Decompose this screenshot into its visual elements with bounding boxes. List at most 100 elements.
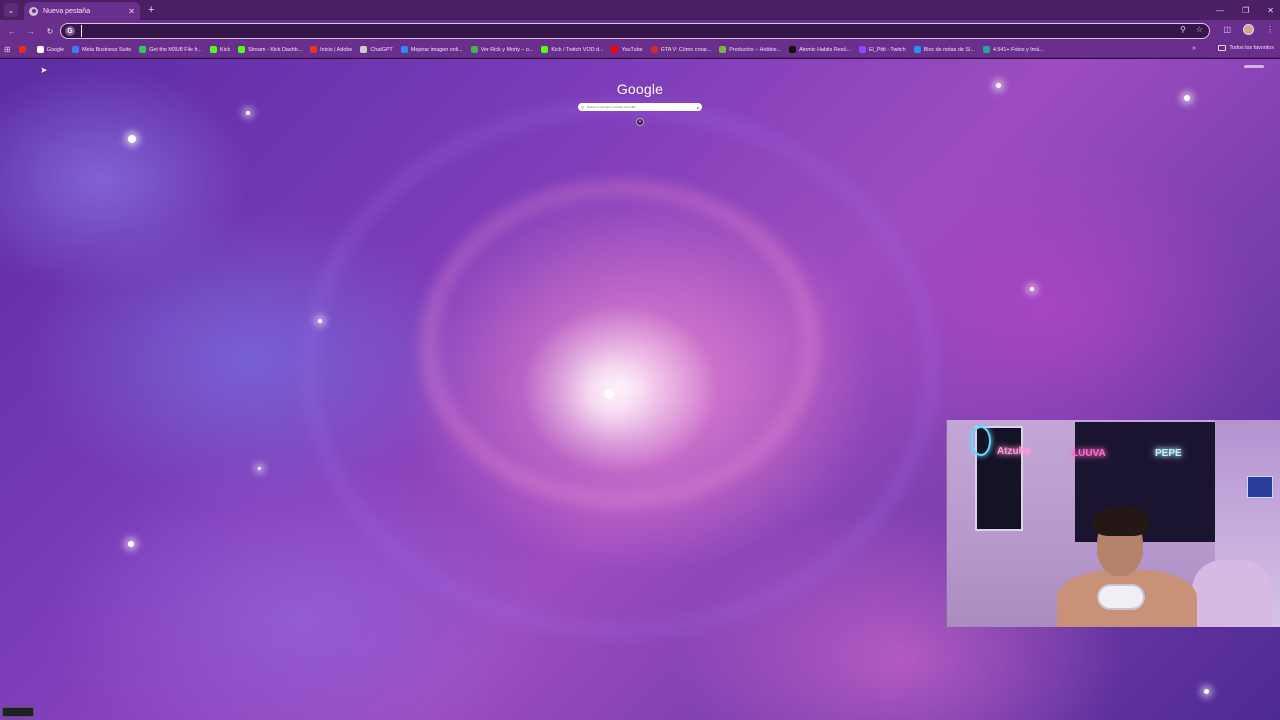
bookmark-label: Ver Rick y Morty – o... bbox=[480, 46, 534, 53]
bookmark-favicon-icon bbox=[18, 46, 26, 53]
bookmark-item[interactable] bbox=[18, 46, 29, 53]
chevron-down-icon: ⌄ bbox=[7, 5, 15, 15]
star bbox=[128, 541, 134, 547]
star bbox=[1204, 689, 1209, 694]
apps-grid-icon[interactable]: ⊞ bbox=[4, 45, 11, 54]
bookmark-favicon-icon bbox=[310, 46, 318, 53]
person-hair bbox=[1093, 506, 1149, 536]
restore-icon[interactable]: ❐ bbox=[1242, 6, 1249, 15]
add-shortcut-button[interactable]: + bbox=[636, 118, 644, 126]
galaxy-swirl bbox=[300, 99, 940, 639]
bookmark-list: Google Meta Business Suite Get the M3U8 Fi… bbox=[18, 46, 1052, 53]
mouse-cursor-icon: ➤ bbox=[40, 65, 48, 75]
bookmark-label: Get the M3U8 File fr... bbox=[149, 46, 202, 53]
bookmark-favicon-icon bbox=[858, 46, 866, 53]
zoom-icon[interactable]: ⚲ bbox=[1180, 25, 1186, 34]
mic-icon[interactable]: ● bbox=[697, 105, 699, 110]
bookmark-favicon-icon bbox=[470, 46, 478, 53]
tab-nueva-pestana[interactable]: Nueva pestaña ✕ bbox=[24, 2, 140, 20]
star-icon[interactable]: ☆ bbox=[1196, 25, 1203, 34]
bookmark-favicon-icon bbox=[72, 46, 80, 53]
bookmark-label: GTA V: Cómo crear... bbox=[660, 46, 712, 53]
bookmark-favicon-icon bbox=[611, 46, 619, 53]
bookmark-favicon-icon bbox=[238, 46, 246, 53]
google-g-icon: G bbox=[65, 26, 75, 36]
bookmark-favicon-icon bbox=[400, 46, 408, 53]
ntp-search-input[interactable] bbox=[586, 104, 697, 110]
plus-icon: + bbox=[638, 119, 642, 125]
microphone bbox=[1097, 584, 1145, 610]
puzzle-icon[interactable]: ◫ bbox=[1223, 25, 1231, 34]
sofa bbox=[1192, 560, 1272, 627]
all-bookmarks-label: Todos los favoritos bbox=[1229, 45, 1274, 51]
bookmark-item[interactable]: Google bbox=[36, 46, 65, 53]
bookmark-item[interactable]: Ver Rick y Morty – o... bbox=[470, 46, 534, 53]
arrow-left-icon[interactable]: ← bbox=[5, 27, 19, 36]
bookmark-label: El_Pitti - Twitch bbox=[868, 46, 906, 53]
bookmark-label: YouTube bbox=[621, 46, 643, 53]
bookmark-item[interactable]: YouTube bbox=[611, 46, 643, 53]
toolbar: ← → ↻ G ⚲ ☆ ◫ ⋮ bbox=[0, 20, 1280, 42]
close-icon[interactable]: ✕ bbox=[1267, 6, 1274, 15]
address-bar-input[interactable] bbox=[81, 25, 1161, 37]
bookmark-label: Kick bbox=[219, 46, 231, 53]
galaxy-core bbox=[604, 389, 614, 399]
avatar[interactable] bbox=[1243, 24, 1254, 35]
bookmark-favicon-icon bbox=[209, 46, 217, 53]
star bbox=[318, 319, 322, 323]
star bbox=[1030, 287, 1034, 291]
webcam-overlay: Atzuha LUUVA PEPE bbox=[946, 420, 1280, 627]
search-icon: ⚲ bbox=[581, 104, 584, 110]
minimize-icon[interactable]: — bbox=[1216, 6, 1224, 15]
bookmark-label: Inicio | Adobe bbox=[320, 46, 353, 53]
kebab-icon[interactable]: ⋮ bbox=[1266, 25, 1274, 34]
bookmark-favicon-icon bbox=[36, 46, 44, 53]
bookmark-item[interactable]: Get the M3U8 File fr... bbox=[139, 46, 202, 53]
bookmark-item[interactable]: Kick / Twitch VOD d... bbox=[541, 46, 603, 53]
double-chevron-right-icon[interactable]: » bbox=[1192, 45, 1196, 52]
all-bookmarks-button[interactable]: Todos los favoritos bbox=[1218, 45, 1274, 51]
neon-sign-middle: LUUVA bbox=[1072, 448, 1106, 459]
bookmark-item[interactable]: GTA V: Cómo crear... bbox=[650, 46, 712, 53]
bookmark-item[interactable]: Bloc de notas de Sí... bbox=[913, 46, 975, 53]
tab-title: Nueva pestaña bbox=[43, 7, 91, 15]
close-icon[interactable]: ✕ bbox=[128, 7, 135, 16]
bookmark-item[interactable]: El_Pitti - Twitch bbox=[858, 46, 906, 53]
bookmark-favicon-icon bbox=[650, 46, 658, 53]
reload-icon[interactable]: ↻ bbox=[43, 27, 57, 36]
ntp-search-box[interactable]: ⚲ ● bbox=[578, 103, 702, 111]
bookmark-favicon-icon bbox=[789, 46, 797, 53]
neon-sign-right: PEPE bbox=[1155, 448, 1182, 459]
chrome-icon bbox=[29, 6, 38, 16]
bookmark-favicon-icon bbox=[719, 46, 727, 53]
bookmark-item[interactable]: Atomic Habits Resú... bbox=[789, 46, 851, 53]
bookmark-item[interactable]: ChatGPT bbox=[360, 46, 393, 53]
bookmark-label: Productos – Hobbie... bbox=[729, 46, 782, 53]
exit-sign bbox=[1247, 476, 1273, 498]
neon-ring-light bbox=[971, 426, 991, 456]
bookmark-item[interactable]: Inicio | Adobe bbox=[310, 46, 352, 53]
taskbar-thumbnail[interactable] bbox=[2, 707, 34, 717]
bookmark-label: Meta Business Suite bbox=[82, 46, 132, 53]
bookmark-item[interactable]: Kick bbox=[209, 46, 231, 53]
arrow-right-icon[interactable]: → bbox=[24, 27, 38, 36]
bookmark-item[interactable]: Productos – Hobbie... bbox=[719, 46, 781, 53]
star bbox=[128, 135, 136, 143]
tab-search-button[interactable]: ⌄ bbox=[4, 3, 18, 17]
new-tab-button[interactable]: + bbox=[148, 4, 154, 16]
omnibox[interactable]: G ⚲ ☆ bbox=[60, 23, 1210, 39]
bookmark-favicon-icon bbox=[139, 46, 147, 53]
bookmark-label: Google bbox=[46, 46, 65, 53]
bookmarks-bar: ⊞ Google Meta Business Suite Get the M3U8 … bbox=[0, 42, 1280, 58]
google-logo: Google bbox=[616, 81, 664, 97]
bookmark-label: 4.541+ Fotos y Imá... bbox=[992, 46, 1044, 53]
customize-chrome-button[interactable] bbox=[1244, 65, 1264, 68]
tab-strip: ⌄ Nueva pestaña ✕ + — ❐ ✕ bbox=[0, 0, 1280, 20]
bookmark-item[interactable]: Mejorar imagen onli... bbox=[400, 46, 463, 53]
bookmark-item[interactable]: 4.541+ Fotos y Imá... bbox=[982, 46, 1044, 53]
bookmark-item[interactable]: Meta Business Suite bbox=[72, 46, 131, 53]
bookmark-favicon-icon bbox=[982, 46, 990, 53]
bookmark-favicon-icon bbox=[541, 46, 549, 53]
bookmark-item[interactable]: Stream - Kick Dashb... bbox=[238, 46, 302, 53]
bookmark-label: ChatGPT bbox=[370, 46, 393, 53]
